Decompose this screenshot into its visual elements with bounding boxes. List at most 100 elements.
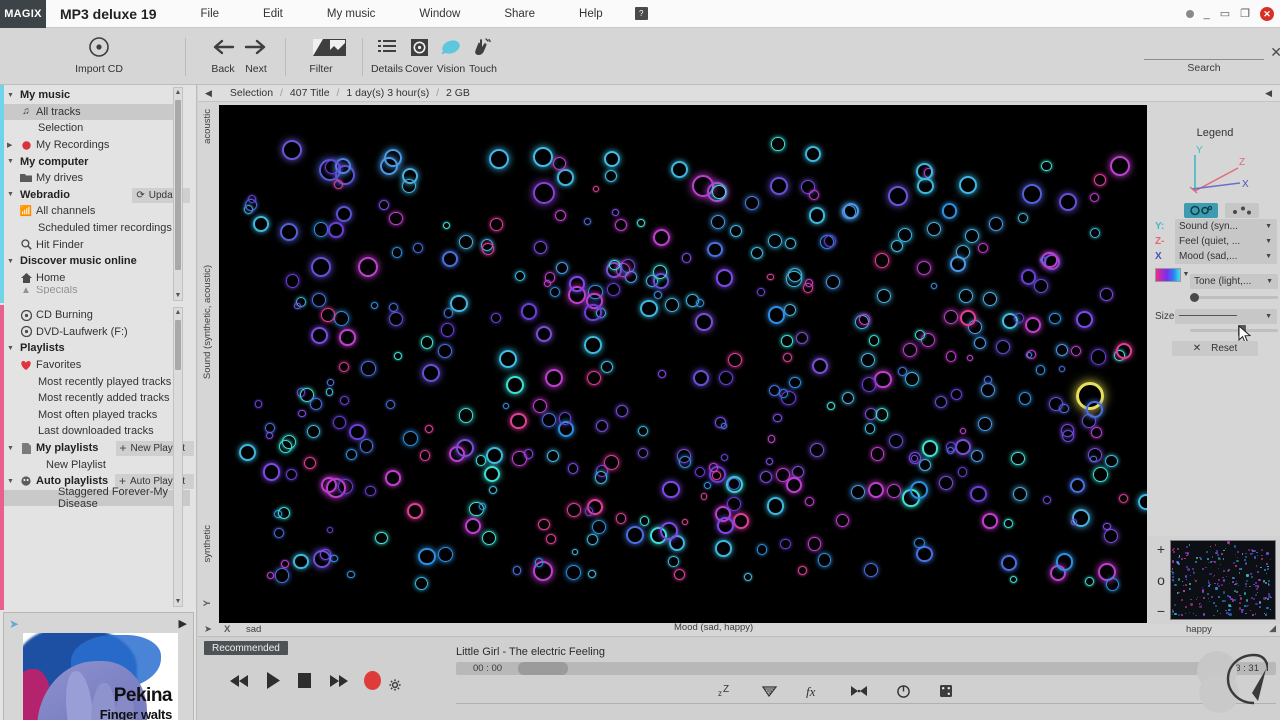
- scatter-bubble[interactable]: [414, 576, 429, 591]
- scatter-bubble[interactable]: [1020, 269, 1037, 285]
- scatter-bubble[interactable]: [422, 364, 440, 382]
- scatter-bubble[interactable]: [785, 477, 802, 494]
- scatter-bubble[interactable]: [868, 335, 879, 346]
- scatter-bubble[interactable]: [903, 343, 917, 357]
- scatter-bubble[interactable]: [286, 274, 300, 288]
- scatter-bubble[interactable]: [719, 371, 734, 386]
- scatter-bubble[interactable]: [877, 289, 891, 303]
- scatter-bubble[interactable]: [1118, 494, 1128, 504]
- scatter-bubble[interactable]: [711, 215, 725, 229]
- jog-dial[interactable]: [1192, 649, 1270, 715]
- recommended-tab[interactable]: Recommended: [204, 641, 288, 655]
- scatter-bubble[interactable]: [441, 323, 455, 337]
- scatter-bubble[interactable]: [665, 298, 679, 312]
- scatter-bubble[interactable]: [262, 463, 281, 481]
- scatter-bubble[interactable]: [807, 537, 822, 551]
- scatter-bubble[interactable]: [386, 400, 396, 410]
- scatter-bubble[interactable]: [714, 540, 732, 557]
- sidebar-item-cd-burning[interactable]: CD Burning: [4, 307, 186, 324]
- scatter-bubble[interactable]: [1105, 578, 1120, 592]
- scatter-bubble[interactable]: [888, 186, 908, 206]
- scatter-bubble[interactable]: [605, 170, 617, 182]
- scatter-bubble[interactable]: [626, 525, 645, 544]
- scatter-bubble[interactable]: [870, 447, 885, 461]
- scatter-bubble[interactable]: [792, 466, 804, 478]
- scatter-bubble[interactable]: [486, 447, 504, 465]
- scatter-bubble[interactable]: [311, 257, 331, 277]
- scatter-bubble[interactable]: [491, 312, 502, 323]
- sidebar-group-my-music[interactable]: ▼ My music: [4, 87, 186, 104]
- scatter-bubble[interactable]: [658, 370, 667, 379]
- scatter-bubble[interactable]: [592, 186, 600, 193]
- scatter-bubble[interactable]: [550, 287, 560, 298]
- search-close-icon[interactable]: ✕: [1270, 44, 1280, 61]
- scatter-bubble[interactable]: [1018, 212, 1029, 223]
- scatter-bubble[interactable]: [804, 496, 814, 506]
- menu-share[interactable]: Share: [504, 8, 535, 20]
- scatter-bubble[interactable]: [392, 247, 403, 258]
- next-track-button[interactable]: [328, 673, 348, 689]
- scatter-bubble[interactable]: [1056, 344, 1068, 356]
- scatter-bubble[interactable]: [1105, 454, 1118, 467]
- scatter-bubble[interactable]: [604, 151, 620, 167]
- scatter-bubble[interactable]: [253, 216, 269, 232]
- scatter-bubble[interactable]: [326, 526, 333, 533]
- scatter-bubble[interactable]: [784, 304, 796, 316]
- scatter-bubble[interactable]: [864, 422, 876, 434]
- scatter-bubble[interactable]: [321, 477, 337, 493]
- scatter-bubble[interactable]: [490, 218, 503, 231]
- scatter-bubble[interactable]: [751, 247, 763, 259]
- scatter-bubble[interactable]: [874, 370, 892, 389]
- scatter-bubble[interactable]: [1090, 455, 1097, 463]
- scatter-bubble[interactable]: [1041, 160, 1052, 172]
- scatter-bubble[interactable]: [694, 466, 706, 478]
- scatter-bubble[interactable]: [670, 161, 689, 179]
- scatter-bubble[interactable]: [836, 514, 850, 528]
- scatter-bubble[interactable]: [770, 177, 788, 195]
- scatter-bubble[interactable]: [1059, 366, 1066, 373]
- scatter-bubble[interactable]: [910, 480, 928, 499]
- scatter-bubble[interactable]: [1011, 451, 1025, 466]
- scatter-bubble[interactable]: [328, 222, 344, 238]
- scatter-bubble[interactable]: [1138, 494, 1147, 510]
- sidebar-item-last-downloaded[interactable]: Last downloaded tracks: [4, 423, 186, 440]
- progress-handle[interactable]: [518, 662, 568, 675]
- scatter-bubble[interactable]: [604, 454, 620, 470]
- scatter-bubble[interactable]: [1025, 317, 1041, 333]
- scatter-bubble[interactable]: [917, 261, 931, 275]
- scatter-bubble[interactable]: [438, 343, 453, 358]
- scatter-bubble[interactable]: [951, 388, 963, 400]
- scatter-bubble[interactable]: [700, 493, 707, 500]
- legend-select-z[interactable]: Feel (quiet, ... ▼: [1175, 234, 1277, 249]
- scatter-bubble[interactable]: [1026, 349, 1037, 360]
- sidebar-item-all-channels[interactable]: 📶 All channels: [4, 203, 186, 220]
- scatter-bubble[interactable]: [479, 503, 487, 511]
- scatter-bubble[interactable]: [709, 463, 718, 472]
- scatter-bubble[interactable]: [966, 355, 973, 362]
- scatter-bubble[interactable]: [310, 398, 322, 410]
- color-gradient-swatch[interactable]: [1155, 267, 1181, 282]
- scatter-bubble[interactable]: [861, 376, 877, 392]
- scatter-bubble[interactable]: [389, 211, 403, 226]
- scatter-bubble[interactable]: [375, 531, 388, 545]
- scatter-bubble[interactable]: [919, 459, 931, 471]
- sidebar-item-home[interactable]: Home: [4, 270, 186, 287]
- sidebar-item-staggered-forever[interactable]: Staggered Forever-My Disease: [4, 486, 190, 510]
- scatter-bubble[interactable]: [939, 476, 953, 490]
- scatter-bubble[interactable]: [767, 273, 774, 281]
- play-button[interactable]: [266, 671, 281, 690]
- scatter-bubble[interactable]: [566, 502, 581, 517]
- scatter-bubble[interactable]: [450, 295, 468, 313]
- scatter-bubble[interactable]: [941, 203, 958, 219]
- scatter-bubble[interactable]: [545, 369, 563, 387]
- scatter-bubble[interactable]: [1091, 427, 1102, 438]
- scatter-bubble[interactable]: [556, 262, 568, 274]
- sidebar-item-hit-finder[interactable]: Hit Finder: [4, 236, 186, 253]
- scatter-bubble[interactable]: [533, 241, 547, 255]
- breadcrumb-part-selection[interactable]: Selection: [230, 87, 273, 99]
- scatter-bubble[interactable]: [402, 179, 416, 193]
- sidebar-group-my-computer[interactable]: ▼ My computer: [4, 153, 186, 170]
- scatter-bubble[interactable]: [785, 238, 797, 249]
- scatter-bubble[interactable]: [783, 352, 792, 362]
- scatter-bubble[interactable]: [640, 299, 658, 317]
